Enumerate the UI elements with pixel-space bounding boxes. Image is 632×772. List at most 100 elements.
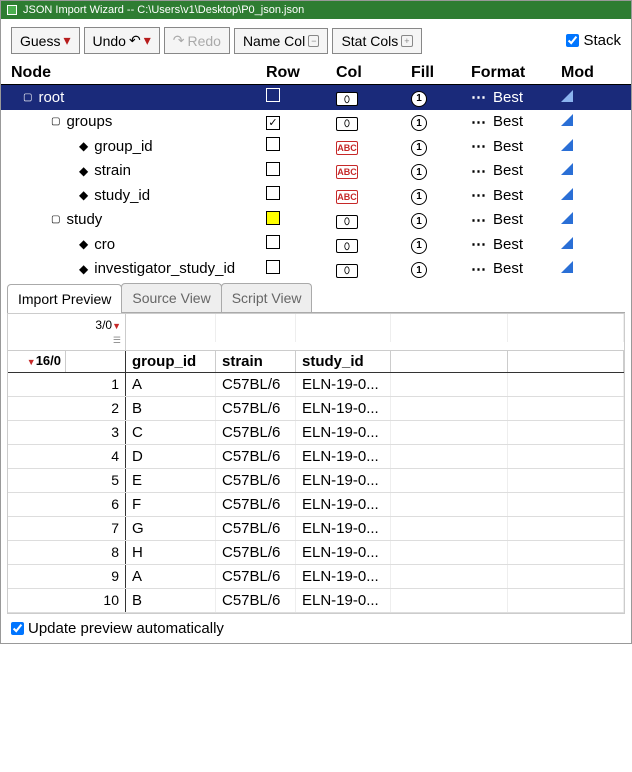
table-row[interactable]: 2BC57BL/6ELN-19-0... (8, 397, 624, 421)
col-type-abc-icon[interactable]: ABC (336, 141, 358, 155)
table-cell[interactable] (508, 469, 625, 492)
fill-icon[interactable]: 1 (411, 262, 427, 278)
fill-icon[interactable]: 1 (411, 140, 427, 156)
mod-icon[interactable] (561, 188, 573, 200)
row-number[interactable]: 5 (8, 469, 126, 492)
stack-checkbox[interactable]: Stack (566, 32, 621, 49)
table-row[interactable]: 3CC57BL/6ELN-19-0... (8, 421, 624, 445)
table-cell[interactable] (391, 589, 508, 612)
table-cell[interactable]: H (126, 541, 216, 564)
table-cell[interactable]: C57BL/6 (216, 565, 296, 588)
tree-row[interactable]: ▢groups✓⬯1⋯Best (1, 110, 631, 135)
row-number[interactable]: 7 (8, 517, 126, 540)
table-cell[interactable]: C57BL/6 (216, 541, 296, 564)
table-cell[interactable] (391, 445, 508, 468)
table-row[interactable]: 8HC57BL/6ELN-19-0... (8, 541, 624, 565)
column-header[interactable]: study_id (296, 351, 391, 372)
table-cell[interactable]: C57BL/6 (216, 469, 296, 492)
table-cell[interactable] (508, 541, 625, 564)
row-checkbox[interactable]: ✓ (266, 116, 280, 130)
table-cell[interactable] (391, 421, 508, 444)
fill-icon[interactable]: 1 (411, 238, 427, 254)
table-cell[interactable] (391, 541, 508, 564)
fill-icon[interactable]: 1 (411, 164, 427, 180)
row-checkbox[interactable] (266, 186, 280, 200)
tree-row[interactable]: ▢root⬯1⋯Best (1, 85, 631, 110)
tab-import-preview[interactable]: Import Preview (7, 284, 122, 313)
tree-row[interactable]: ◆cro⬯1⋯Best (1, 232, 631, 257)
table-cell[interactable]: F (126, 493, 216, 516)
row-number[interactable]: 4 (8, 445, 126, 468)
undo-button[interactable]: Undo ↶▾ (84, 27, 160, 54)
table-cell[interactable] (391, 565, 508, 588)
table-cell[interactable]: ELN-19-0... (296, 421, 391, 444)
column-header[interactable]: strain (216, 351, 296, 372)
table-cell[interactable] (508, 589, 625, 612)
statcols-button[interactable]: Stat Cols + (332, 28, 421, 54)
guess-button[interactable]: Guess▾ (11, 27, 80, 54)
row-number[interactable]: 3 (8, 421, 126, 444)
table-cell[interactable]: ELN-19-0... (296, 541, 391, 564)
table-row[interactable]: 4DC57BL/6ELN-19-0... (8, 445, 624, 469)
table-cell[interactable]: C57BL/6 (216, 445, 296, 468)
column-header[interactable]: group_id (126, 351, 216, 372)
column-header[interactable] (391, 351, 508, 372)
format-more-icon[interactable]: ⋯ (471, 186, 487, 204)
table-cell[interactable]: ELN-19-0... (296, 397, 391, 420)
table-row[interactable]: 5EC57BL/6ELN-19-0... (8, 469, 624, 493)
format-more-icon[interactable]: ⋯ (471, 113, 487, 131)
update-preview-checkbox[interactable] (11, 622, 24, 635)
table-cell[interactable]: C57BL/6 (216, 373, 296, 396)
tab-script-view[interactable]: Script View (221, 283, 313, 312)
mod-icon[interactable] (561, 237, 573, 249)
table-cell[interactable]: ELN-19-0... (296, 589, 391, 612)
table-cell[interactable] (391, 493, 508, 516)
table-cell[interactable]: C57BL/6 (216, 421, 296, 444)
table-cell[interactable]: ELN-19-0... (296, 517, 391, 540)
table-cell[interactable] (508, 373, 625, 396)
table-row[interactable]: 1AC57BL/6ELN-19-0... (8, 373, 624, 397)
row-checkbox[interactable] (266, 162, 280, 176)
row-number[interactable]: 9 (8, 565, 126, 588)
tree-row[interactable]: ◆investigator_study_id⬯1⋯Best (1, 257, 631, 282)
tab-source-view[interactable]: Source View (121, 283, 221, 312)
col-type-num-icon[interactable]: ⬯ (336, 239, 358, 253)
mod-icon[interactable] (561, 261, 573, 273)
table-cell[interactable] (508, 421, 625, 444)
expand-icon[interactable]: ▢ (51, 116, 60, 127)
row-number[interactable]: 8 (8, 541, 126, 564)
col-type-abc-icon[interactable]: ABC (336, 165, 358, 179)
table-cell[interactable] (508, 517, 625, 540)
fill-icon[interactable]: 1 (411, 213, 427, 229)
namecol-button[interactable]: Name Col − (234, 28, 329, 54)
table-cell[interactable] (508, 565, 625, 588)
mod-icon[interactable] (561, 212, 573, 224)
grid-rowcount[interactable]: ▼16/0 (8, 351, 66, 372)
col-type-num-icon[interactable]: ⬯ (336, 117, 358, 131)
row-checkbox[interactable] (266, 235, 280, 249)
table-row[interactable]: 10BC57BL/6ELN-19-0... (8, 589, 624, 613)
col-type-num-icon[interactable]: ⬯ (336, 264, 358, 278)
table-cell[interactable]: ELN-19-0... (296, 493, 391, 516)
row-number[interactable]: 1 (8, 373, 126, 396)
table-row[interactable]: 7GC57BL/6ELN-19-0... (8, 517, 624, 541)
col-type-abc-icon[interactable]: ABC (336, 190, 358, 204)
expand-icon[interactable]: ▢ (23, 92, 32, 103)
mod-icon[interactable] (561, 139, 573, 151)
table-cell[interactable]: E (126, 469, 216, 492)
row-number[interactable]: 6 (8, 493, 126, 516)
row-checkbox[interactable] (266, 88, 280, 102)
table-cell[interactable]: B (126, 397, 216, 420)
row-checkbox[interactable] (266, 260, 280, 274)
table-cell[interactable]: ELN-19-0... (296, 565, 391, 588)
table-cell[interactable] (508, 493, 625, 516)
format-more-icon[interactable]: ⋯ (471, 260, 487, 278)
tree-row[interactable]: ▢study⬯1⋯Best (1, 208, 631, 233)
col-type-num-icon[interactable]: ⬯ (336, 92, 358, 106)
mod-icon[interactable] (561, 163, 573, 175)
table-cell[interactable]: A (126, 565, 216, 588)
table-cell[interactable] (391, 469, 508, 492)
table-cell[interactable]: G (126, 517, 216, 540)
table-cell[interactable] (391, 517, 508, 540)
redo-button[interactable]: ↷ Redo (164, 27, 230, 54)
